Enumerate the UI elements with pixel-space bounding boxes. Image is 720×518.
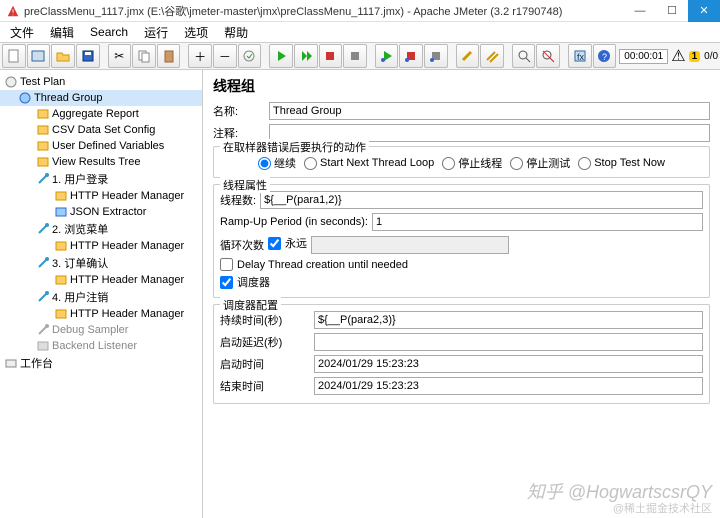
start-button[interactable] xyxy=(269,44,293,68)
properties-panel: 线程组 名称: 注释: 在取样器错误后要执行的动作 继续 Start Next … xyxy=(203,70,720,518)
loop-input[interactable] xyxy=(311,236,509,254)
panel-title: 线程组 xyxy=(213,76,710,96)
startup-delay-input[interactable] xyxy=(314,333,703,351)
search-button[interactable] xyxy=(512,44,536,68)
window-title: preClassMenu_1117.jmx (E:\谷歌\jmeter-mast… xyxy=(24,3,624,19)
tree-http-header-4[interactable]: HTTP Header Manager xyxy=(0,306,202,322)
reset-search-button[interactable] xyxy=(536,44,560,68)
tree-csv-data-set[interactable]: CSV Data Set Config xyxy=(0,122,202,138)
paste-button[interactable] xyxy=(157,44,181,68)
elapsed-time: 00:00:01 xyxy=(619,49,668,64)
tree-test-plan[interactable]: Test Plan xyxy=(0,74,202,90)
active-threads: 0/0 xyxy=(704,51,718,62)
tree-backend-listener[interactable]: Backend Listener xyxy=(0,338,202,354)
new-button[interactable] xyxy=(2,44,26,68)
remote-shutdown-button[interactable] xyxy=(424,44,448,68)
start-time-label: 启动时间 xyxy=(220,356,310,372)
title-bar: preClassMenu_1117.jmx (E:\谷歌\jmeter-mast… xyxy=(0,0,720,22)
duration-input[interactable] xyxy=(314,311,703,329)
end-time-input[interactable] xyxy=(314,377,703,395)
menu-run[interactable]: 运行 xyxy=(138,22,174,43)
radio-start-next[interactable]: Start Next Thread Loop xyxy=(304,155,434,171)
scheduler-checkbox[interactable]: 调度器 xyxy=(220,274,703,290)
tree-http-header-2[interactable]: HTTP Header Manager xyxy=(0,238,202,254)
clear-all-button[interactable] xyxy=(480,44,504,68)
radio-stop-thread[interactable]: 停止线程 xyxy=(442,155,502,171)
scheduler-legend: 调度器配置 xyxy=(220,297,281,313)
warn-count: 1 xyxy=(689,51,701,62)
tree-aggregate-report[interactable]: Aggregate Report xyxy=(0,106,202,122)
threads-input[interactable] xyxy=(260,191,703,209)
open-button[interactable] xyxy=(51,44,75,68)
tree-json-extractor[interactable]: JSON Extractor xyxy=(0,204,202,220)
toolbar: ✂ ＋ － fx ? 00:00:01 ⚠ 1 0/0 xyxy=(0,42,720,70)
radio-continue[interactable]: 继续 xyxy=(258,155,296,171)
stop-button[interactable] xyxy=(319,44,343,68)
tree-workbench[interactable]: 工作台 xyxy=(0,354,202,372)
tree-sampler-3[interactable]: 3. 订单确认 xyxy=(0,254,202,272)
radio-stop-now[interactable]: Stop Test Now xyxy=(578,155,665,171)
app-icon xyxy=(6,4,20,18)
ramp-label: Ramp-Up Period (in seconds): xyxy=(220,216,368,228)
sampler-error-group: 在取样器错误后要执行的动作 继续 Start Next Thread Loop … xyxy=(213,146,710,178)
collapse-button[interactable]: － xyxy=(213,44,237,68)
tree-http-header-1[interactable]: HTTP Header Manager xyxy=(0,188,202,204)
warn-icon: ⚠ xyxy=(671,46,685,66)
thread-props-legend: 线程属性 xyxy=(220,177,270,193)
ramp-input[interactable] xyxy=(372,213,703,231)
remote-stop-button[interactable] xyxy=(399,44,423,68)
duration-label: 持续时间(秒) xyxy=(220,312,310,328)
window-maximize-button[interactable]: ☐ xyxy=(656,0,688,22)
tree-view-results-tree[interactable]: View Results Tree xyxy=(0,154,202,170)
tree-debug-sampler[interactable]: Debug Sampler xyxy=(0,322,202,338)
tree-http-header-3[interactable]: HTTP Header Manager xyxy=(0,272,202,288)
tree-sampler-1[interactable]: 1. 用户登录 xyxy=(0,170,202,188)
menu-bar: 文件 编辑 Search 运行 选项 帮助 xyxy=(0,22,720,42)
menu-edit[interactable]: 编辑 xyxy=(44,22,80,43)
templates-button[interactable] xyxy=(27,44,51,68)
start-no-pause-button[interactable] xyxy=(294,44,318,68)
name-input[interactable] xyxy=(269,102,710,120)
tree-sampler-2[interactable]: 2. 浏览菜单 xyxy=(0,220,202,238)
tree-thread-group[interactable]: Thread Group xyxy=(0,90,202,106)
toggle-button[interactable] xyxy=(238,44,262,68)
menu-options[interactable]: 选项 xyxy=(178,22,214,43)
window-close-button[interactable]: ✕ xyxy=(688,0,720,22)
expand-button[interactable]: ＋ xyxy=(188,44,212,68)
clear-button[interactable] xyxy=(456,44,480,68)
save-button[interactable] xyxy=(76,44,100,68)
menu-file[interactable]: 文件 xyxy=(4,22,40,43)
menu-search[interactable]: Search xyxy=(84,23,134,41)
delay-thread-checkbox[interactable]: Delay Thread creation until needed xyxy=(220,258,703,271)
end-time-label: 结束时间 xyxy=(220,378,310,394)
remote-start-button[interactable] xyxy=(375,44,399,68)
threads-label: 线程数: xyxy=(220,192,256,208)
start-time-input[interactable] xyxy=(314,355,703,373)
forever-checkbox[interactable]: 永远 xyxy=(268,235,307,251)
tree-sampler-4[interactable]: 4. 用户注销 xyxy=(0,288,202,306)
cut-button[interactable]: ✂ xyxy=(108,44,132,68)
startup-delay-label: 启动延迟(秒) xyxy=(220,334,310,350)
help-button[interactable]: ? xyxy=(593,44,617,68)
test-plan-tree[interactable]: Test Plan Thread Group Aggregate Report … xyxy=(0,70,203,518)
radio-stop-test[interactable]: 停止测试 xyxy=(510,155,570,171)
thread-properties-group: 线程属性 线程数: Ramp-Up Period (in seconds): 循… xyxy=(213,184,710,298)
window-minimize-button[interactable]: — xyxy=(624,0,656,22)
copy-button[interactable] xyxy=(132,44,156,68)
scheduler-config-group: 调度器配置 持续时间(秒) 启动延迟(秒) 启动时间 结束时间 xyxy=(213,304,710,404)
tree-user-defined-vars[interactable]: User Defined Variables xyxy=(0,138,202,154)
name-label: 名称: xyxy=(213,103,269,119)
svg-text:fx: fx xyxy=(577,52,585,62)
svg-text:?: ? xyxy=(602,52,607,62)
menu-help[interactable]: 帮助 xyxy=(218,22,254,43)
function-helper-button[interactable]: fx xyxy=(568,44,592,68)
loop-label: 循环次数 xyxy=(220,237,264,253)
sampler-error-legend: 在取样器错误后要执行的动作 xyxy=(220,139,369,155)
shutdown-button[interactable] xyxy=(343,44,367,68)
